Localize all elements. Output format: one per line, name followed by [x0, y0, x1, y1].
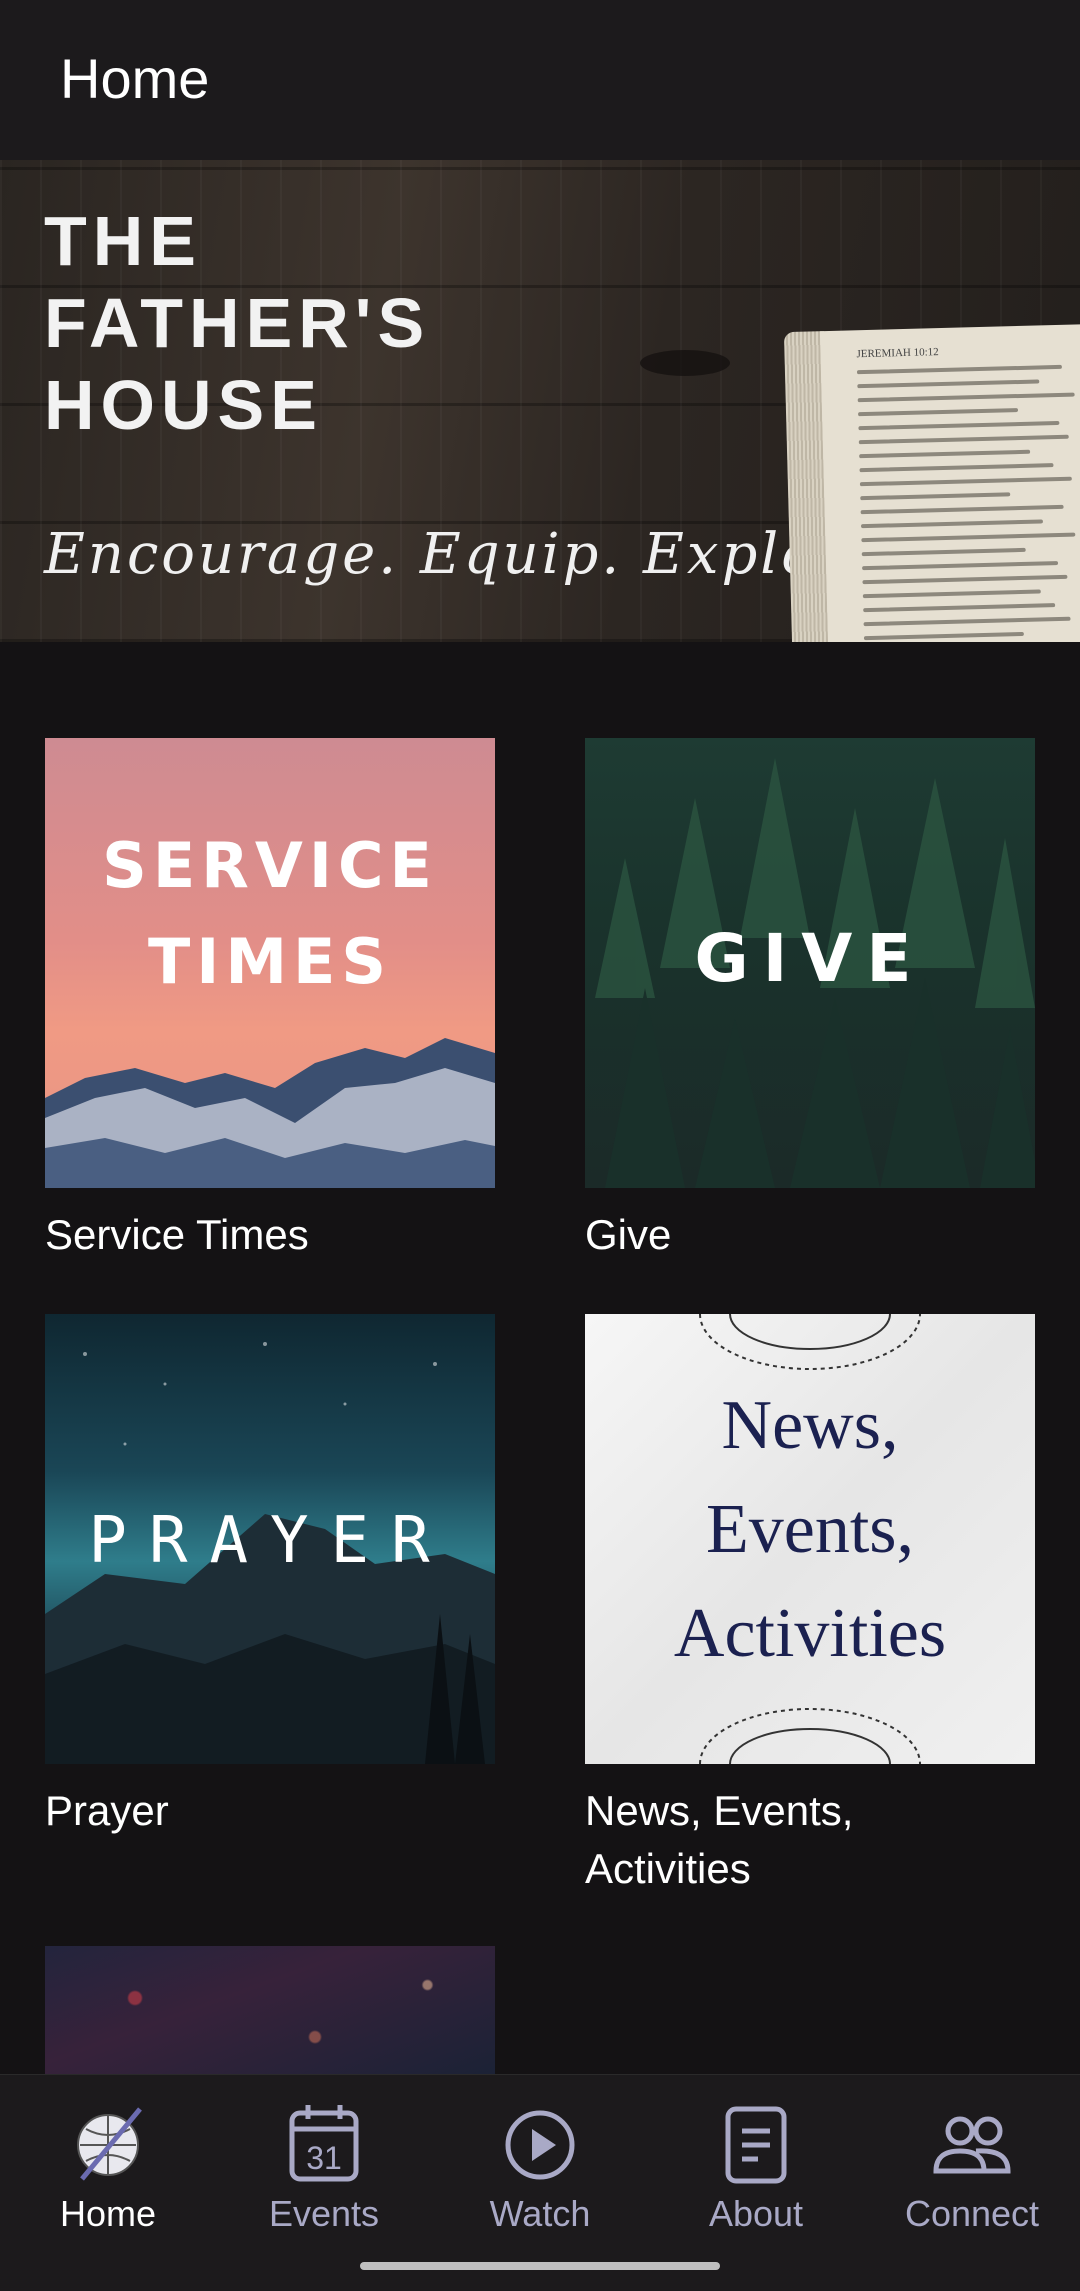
bottom-navigation: Home 31 Events Watch About Connect [0, 2074, 1080, 2291]
nav-about-label: About [708, 2193, 804, 2234]
document-icon [725, 2106, 787, 2184]
hero-banner[interactable]: THE FATHER'S HOUSE Encourage. Equip. Exp… [0, 160, 1080, 642]
news-events-label[interactable]: News, Events, Activities [585, 1782, 1025, 1898]
service-times-tile[interactable]: SERVICE TIMES [45, 738, 495, 1188]
news-events-image-text: News, Events, Activities [585, 1374, 1035, 1686]
hero-tagline: Encourage. Equip. Explore. [44, 522, 905, 587]
hero-title-line: THE [44, 202, 202, 280]
nav-events[interactable]: 31 Events [216, 2101, 432, 2251]
nav-about[interactable]: About [648, 2101, 864, 2251]
mountain-range-image [45, 1038, 495, 1188]
nav-home-label: Home [59, 2193, 157, 2234]
image-text-line: Events, [705, 1491, 915, 1568]
hero-title: THE FATHER'S HOUSE [44, 200, 430, 446]
people-icon [933, 2116, 1011, 2174]
home-indicator[interactable] [360, 2262, 720, 2270]
bible-page-header: JEREMIAH 10:12 [856, 346, 939, 361]
service-times-label[interactable]: Service Times [45, 1206, 309, 1264]
image-text-line: TIMES [147, 925, 393, 998]
bible-page: JEREMIAH 10:12 [819, 324, 1080, 642]
play-circle-icon [505, 2110, 575, 2180]
nav-connect-label: Connect [904, 2193, 1040, 2234]
wood-texture [640, 350, 730, 376]
app-header: Home [0, 0, 1080, 160]
give-tile[interactable]: GIVE [585, 738, 1035, 1188]
nav-watch-label: Watch [489, 2193, 591, 2234]
mandala-ornament-bottom [699, 1708, 921, 1764]
give-label[interactable]: Give [585, 1206, 671, 1264]
partial-tile[interactable] [45, 1946, 495, 2076]
image-text-line: Activities [673, 1595, 947, 1672]
image-text-line: SERVICE [102, 829, 438, 902]
nav-home[interactable]: Home [0, 2101, 216, 2251]
prayer-label[interactable]: Prayer [45, 1782, 169, 1840]
mandala-ornament-top [699, 1314, 921, 1370]
calendar-day: 31 [306, 2140, 342, 2176]
service-times-image-text: SERVICE TIMES [45, 818, 495, 1010]
bible-image: JEREMIAH 10:12 [783, 324, 1080, 642]
prayer-tile[interactable]: PRAYER [45, 1314, 495, 1764]
calendar-icon: 31 [289, 2105, 359, 2182]
page-title: Home [60, 47, 210, 110]
nav-watch[interactable]: Watch [432, 2101, 648, 2251]
nav-events-label: Events [268, 2193, 380, 2234]
hero-title-line: HOUSE [44, 366, 323, 444]
nav-connect[interactable]: Connect [864, 2101, 1080, 2251]
give-image-text: GIVE [694, 920, 926, 997]
image-text-line: News, [721, 1387, 899, 1464]
hero-title-line: FATHER'S [44, 284, 431, 362]
news-events-tile[interactable]: News, Events, Activities [585, 1314, 1035, 1764]
globe-logo-icon [77, 2107, 142, 2181]
prayer-image-text: PRAYER [88, 1504, 452, 1578]
